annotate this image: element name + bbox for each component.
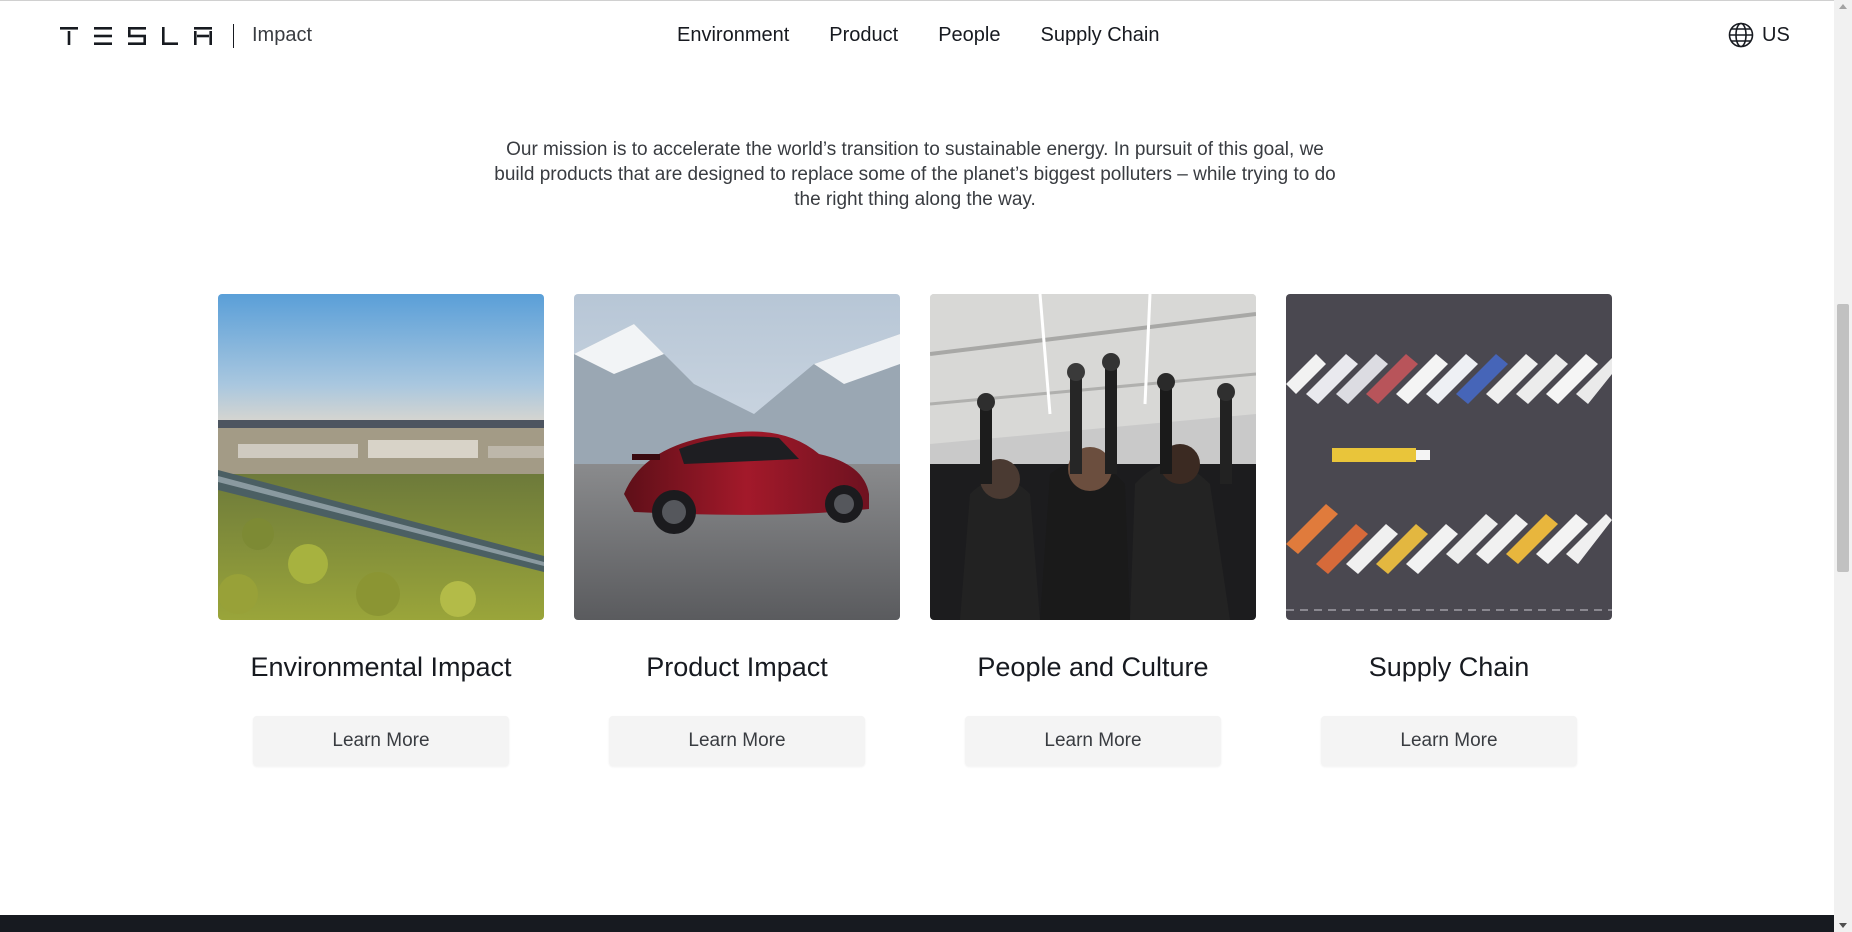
scroll-up-icon[interactable]: [1839, 4, 1847, 9]
section-label[interactable]: Impact: [252, 24, 312, 47]
mission-statement: Our mission is to accelerate the world’s…: [494, 139, 1336, 210]
supply-chain-image[interactable]: [1286, 294, 1612, 620]
scrollbar-thumb[interactable]: [1837, 304, 1849, 572]
nav-people[interactable]: People: [938, 24, 1000, 47]
nav-product[interactable]: Product: [829, 24, 898, 47]
product-impact-image[interactable]: [574, 294, 900, 620]
card-title: Product Impact: [646, 652, 828, 682]
learn-more-environmental-button[interactable]: Learn More: [253, 716, 509, 766]
card-title: People and Culture: [977, 652, 1209, 682]
card-environmental-impact: Environmental Impact Learn More: [218, 294, 544, 766]
card-people-and-culture: People and Culture Learn More: [930, 294, 1256, 766]
learn-more-people-button[interactable]: Learn More: [965, 716, 1221, 766]
nav-environment[interactable]: Environment: [677, 24, 789, 47]
impact-cards: Environmental Impact Learn More Product …: [218, 294, 1612, 766]
learn-more-supply-chain-button[interactable]: Learn More: [1321, 716, 1577, 766]
locale-label: US: [1762, 23, 1790, 46]
page-scrollbar[interactable]: [1834, 0, 1852, 932]
card-title: Environmental Impact: [250, 652, 512, 682]
learn-more-product-button[interactable]: Learn More: [609, 716, 865, 766]
logo-divider: [233, 24, 234, 48]
locale-selector[interactable]: US: [1728, 22, 1790, 48]
card-product-impact: Product Impact Learn More: [574, 294, 900, 766]
environmental-impact-image[interactable]: [218, 294, 544, 620]
tesla-logo[interactable]: [60, 27, 212, 45]
globe-icon: [1728, 22, 1754, 48]
site-header: Impact Environment Product People Supply…: [0, 0, 1834, 72]
nav-supply-chain[interactable]: Supply Chain: [1041, 24, 1160, 47]
scroll-down-icon[interactable]: [1839, 923, 1847, 928]
card-supply-chain: Supply Chain Learn More: [1286, 294, 1612, 766]
people-and-culture-image[interactable]: [930, 294, 1256, 620]
card-title: Supply Chain: [1368, 652, 1530, 682]
footer-band: [0, 915, 1834, 932]
main-nav: Environment Product People Supply Chain: [677, 24, 1159, 47]
